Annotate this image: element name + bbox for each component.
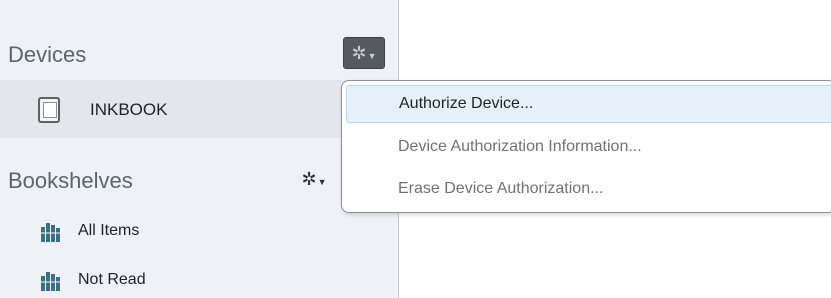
bookshelves-section-header: Bookshelves ✲ ▼ (0, 158, 398, 202)
shelf-label: Not Read (78, 271, 146, 288)
shelf-item-not-read[interactable]: Not Read (0, 266, 330, 296)
chevron-down-icon: ▼ (317, 177, 327, 187)
menu-item-erase-device-authorization[interactable]: Erase Device Authorization... (346, 170, 831, 208)
device-context-menu: Authorize Device... Device Authorization… (341, 80, 831, 213)
devices-settings-button[interactable]: ✲ ▼ (343, 37, 385, 69)
bookshelf-icon (41, 223, 60, 242)
library-sidebar: Devices ✲ ▼ INKBOOK Bookshelves ✲ ▼ All … (0, 0, 399, 298)
menu-item-device-authorization-information[interactable]: Device Authorization Information... (346, 128, 831, 166)
menu-item-authorize-device[interactable]: Authorize Device... (346, 85, 831, 123)
bookshelves-settings-button[interactable]: ✲ ▼ (293, 163, 335, 195)
shelf-label: All Items (78, 222, 140, 239)
bookshelf-icon (41, 272, 60, 291)
ereader-device-icon (38, 97, 60, 123)
chevron-down-icon: ▼ (367, 51, 377, 61)
device-label: INKBOOK (90, 100, 168, 119)
devices-title: Devices (8, 42, 87, 67)
gear-icon: ✲ (301, 169, 317, 189)
devices-section-header: Devices ✲ ▼ (0, 32, 398, 76)
app-window: Devices ✲ ▼ INKBOOK Bookshelves ✲ ▼ All … (0, 0, 831, 298)
bookshelves-title: Bookshelves (8, 168, 133, 193)
gear-icon: ✲ (351, 43, 367, 63)
device-item-inkbook[interactable]: INKBOOK (0, 80, 399, 138)
shelf-item-all-items[interactable]: All Items (0, 217, 330, 247)
